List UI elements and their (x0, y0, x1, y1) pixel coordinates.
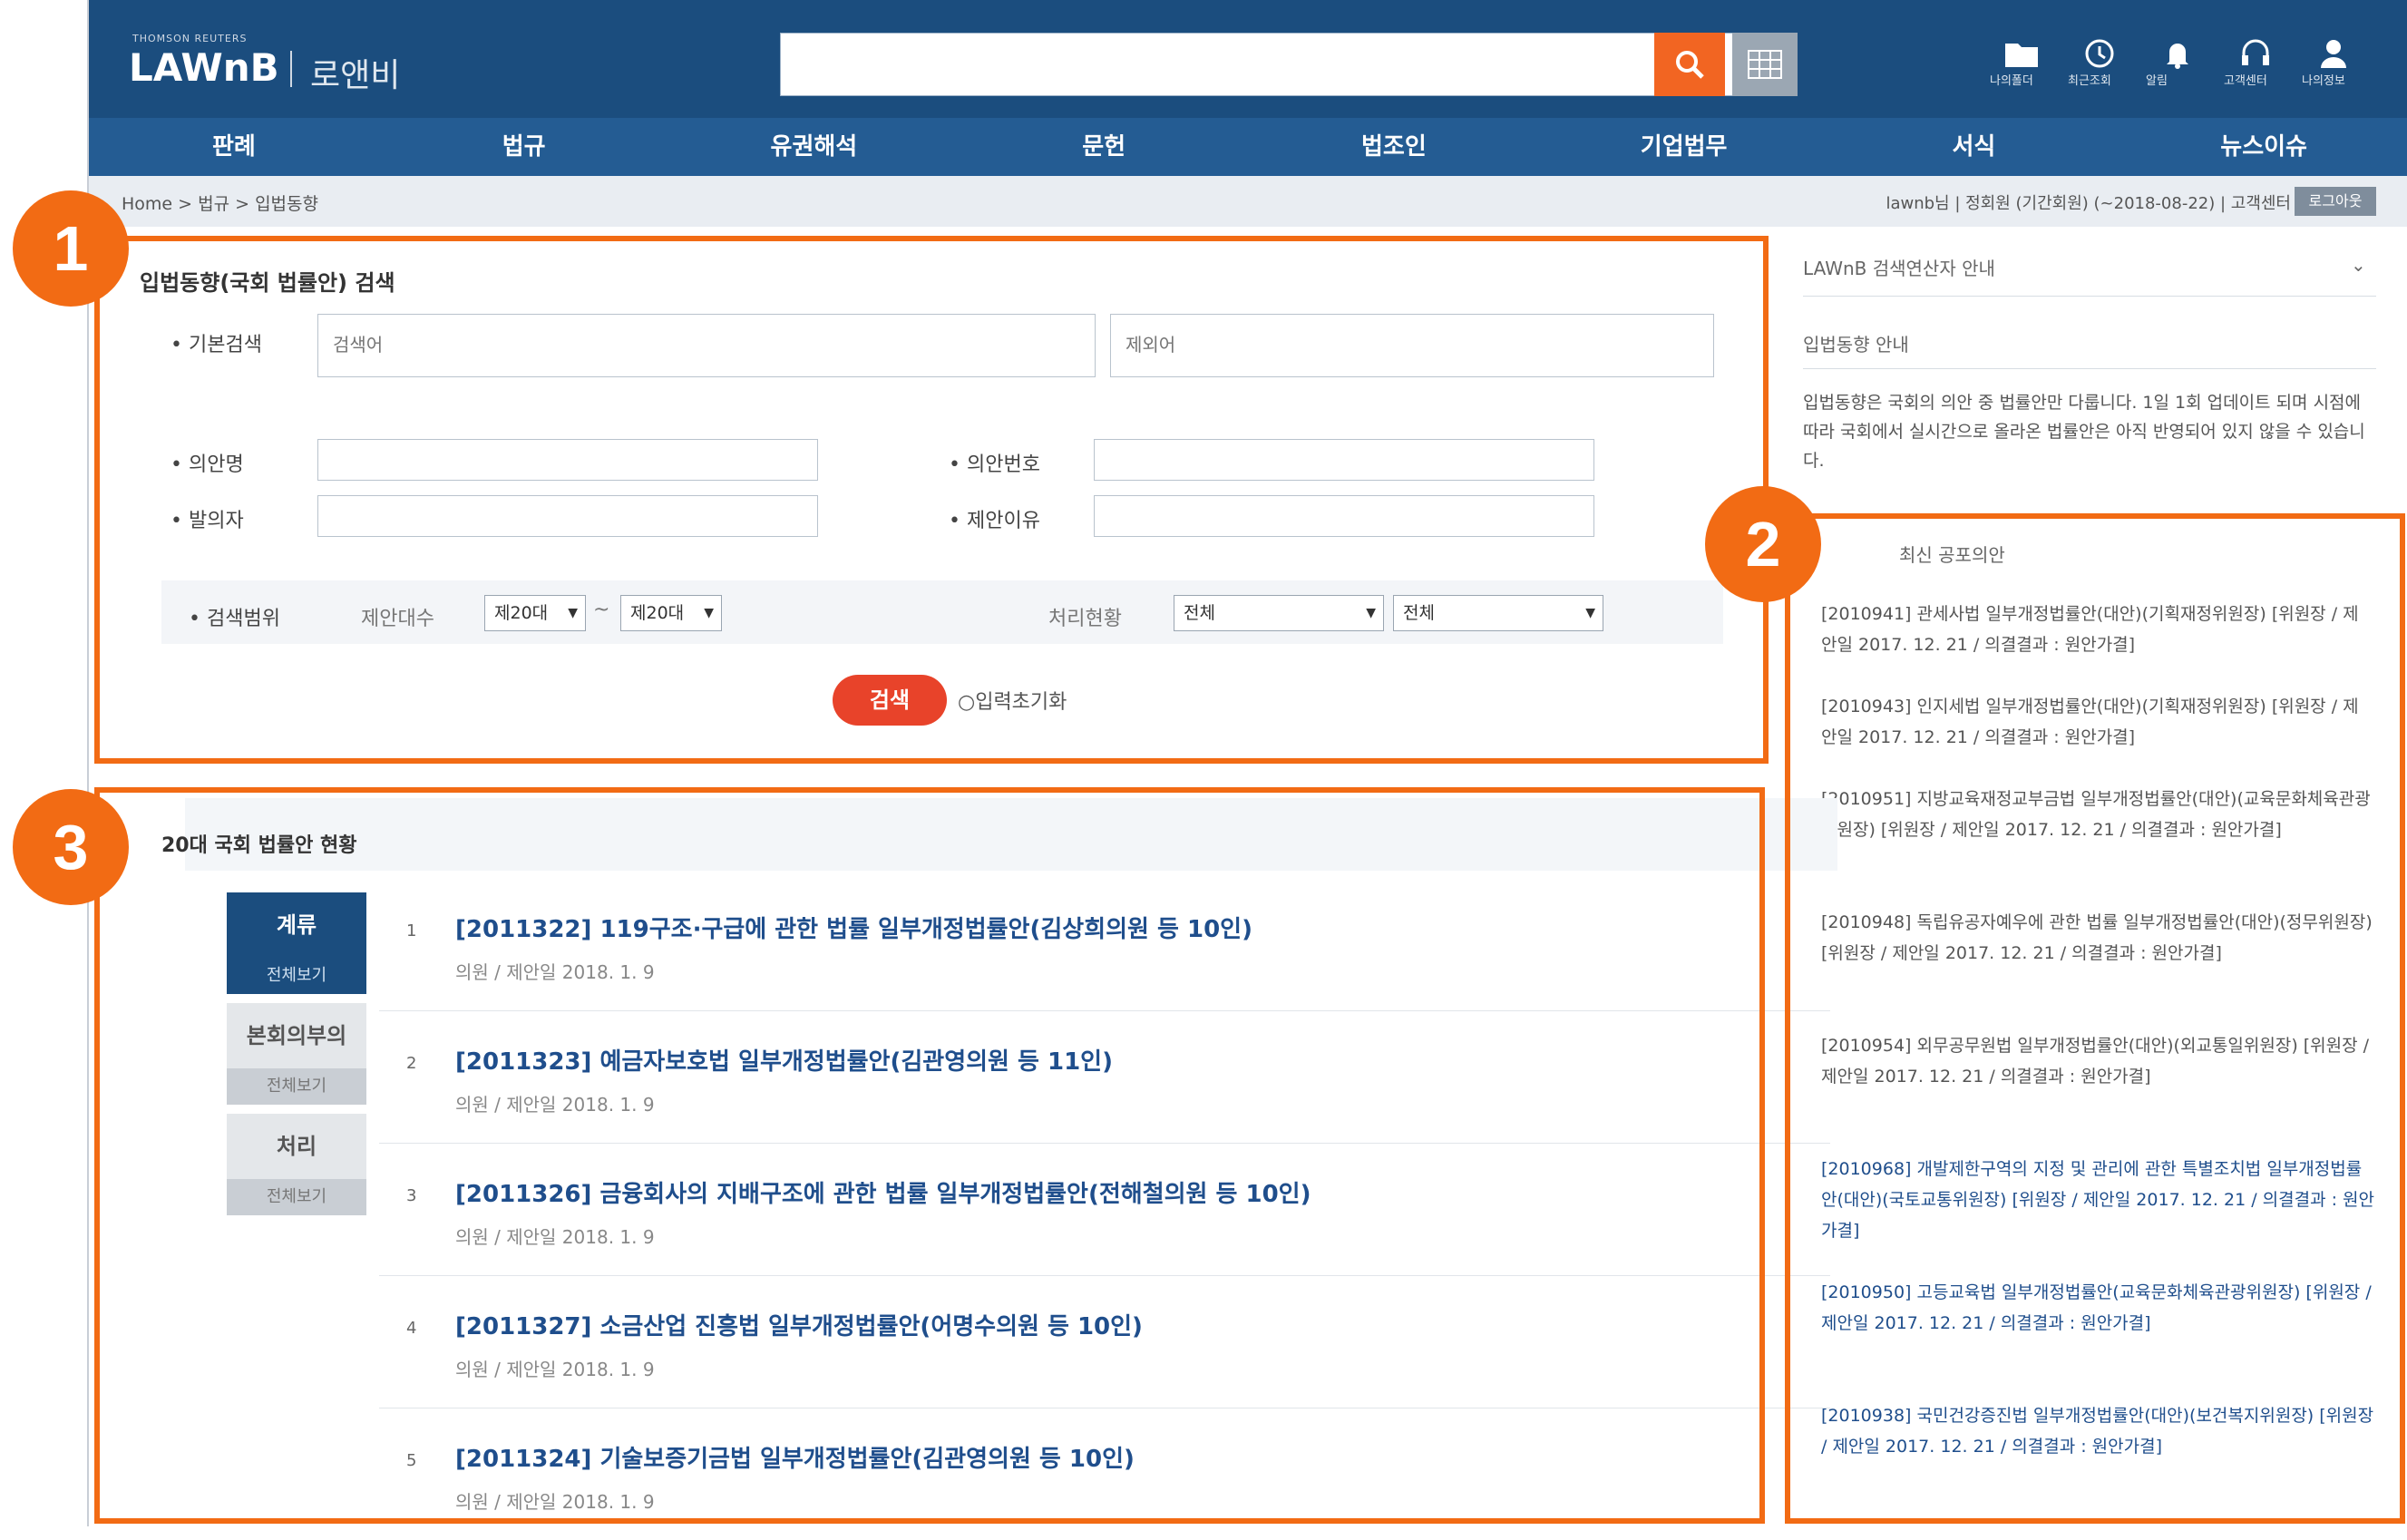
keyboard-button[interactable] (1732, 33, 1798, 96)
user-icon (2321, 40, 2346, 68)
trend-guide-title: 입법동향 안내 (1803, 334, 1909, 356)
bell-icon (2167, 44, 2188, 69)
nav-item-literature[interactable]: 문헌 (959, 118, 1249, 176)
brand-korean: 로앤비 (310, 57, 401, 94)
brand-logo[interactable]: LAWnB (129, 45, 279, 90)
brand-separator (290, 51, 292, 87)
divider (1803, 368, 2376, 369)
annotation-badge-1: 1 (13, 190, 129, 307)
search-button[interactable] (1654, 33, 1725, 96)
user-button[interactable]: 나의정보 (2302, 38, 2365, 102)
history-icon (2085, 39, 2114, 68)
user-status: lawnb님 | 정회원 (기간회원) (~2018-08-22) | 고객센터 (1886, 194, 2291, 213)
annotation-badge-3: 3 (13, 789, 129, 905)
divider (1803, 296, 2376, 297)
nav-item-statutes[interactable]: 법규 (379, 118, 669, 176)
folder-button[interactable]: 나의폴더 (1990, 38, 2053, 102)
search-input[interactable] (781, 34, 1740, 95)
chevron-down-icon[interactable]: ⌄ (2351, 254, 2366, 276)
nav-item-corporate[interactable]: 기업법무 (1539, 118, 1829, 176)
annotation-badge-2: 2 (1705, 486, 1821, 602)
nav-item-news[interactable]: 뉴스이슈 (2119, 118, 2407, 176)
nav-item-interpretations[interactable]: 유권해석 (669, 118, 960, 176)
history-button[interactable]: 최근조회 (2068, 38, 2131, 102)
brand-subtitle: THOMSON REUTERS (132, 33, 248, 44)
breadcrumb[interactable]: Home > 법규 > 입법동향 (122, 190, 318, 215)
folder-label: 나의폴더 (1990, 74, 2033, 88)
headset-icon (2242, 39, 2269, 65)
search-icon (1676, 51, 1704, 79)
header: THOMSON REUTERS LAWnB 로앤비 ⌄ 나의폴더 최근조회 알림 (89, 0, 2407, 118)
user-label: 나의정보 (2302, 74, 2345, 88)
operator-guide-title[interactable]: LAWnB 검색연산자 안내 (1803, 254, 1995, 280)
bell-label: 알림 (2146, 74, 2168, 88)
nav-item-lawyers[interactable]: 법조인 (1249, 118, 1539, 176)
main-nav: 판례 법규 유권해석 문헌 법조인 기업법무 서식 뉴스이슈 (89, 118, 2407, 176)
folder-icon (2005, 44, 2038, 67)
annotation-box-2 (1785, 513, 2405, 1524)
search-box: ⌄ (780, 33, 1741, 96)
annotation-box-3 (94, 787, 1765, 1524)
breadcrumb-bar: Home > 법규 > 입법동향 lawnb님 | 정회원 (기간회원) (~2… (89, 176, 2407, 227)
nav-item-forms[interactable]: 서식 (1829, 118, 2120, 176)
keyboard-icon (1748, 50, 1782, 79)
history-label: 최근조회 (2068, 74, 2111, 88)
nav-item-cases[interactable]: 판례 (89, 118, 379, 176)
annotation-box-1 (94, 236, 1769, 764)
support-button[interactable]: 고객센터 (2224, 38, 2287, 102)
trend-guide-text: 입법동향은 국회의 의안 중 법률안만 다룹니다. 1일 1회 업데이트 되며 … (1803, 393, 2365, 471)
notification-button[interactable]: 알림 (2146, 38, 2209, 102)
headset-label: 고객센터 (2224, 74, 2267, 88)
logout-button[interactable]: 로그아웃 (2295, 187, 2376, 216)
